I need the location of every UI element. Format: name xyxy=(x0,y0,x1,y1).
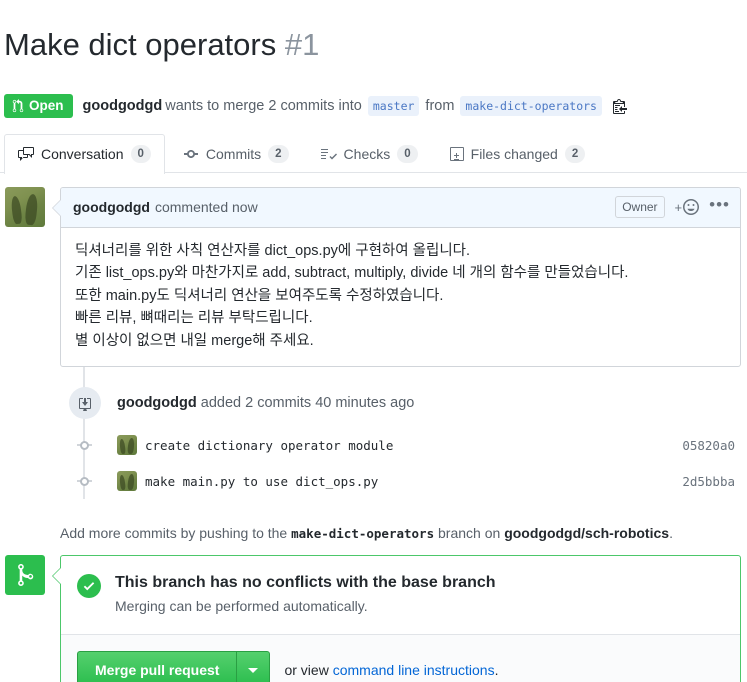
timeline-header-author[interactable]: goodgodgd xyxy=(117,395,197,411)
add-more-suffix: . xyxy=(669,525,673,542)
comment-body: 딕셔너리를 위한 사칙 연산자를 dict_ops.py에 구현하여 올립니다.… xyxy=(61,228,740,367)
from-text: from xyxy=(425,97,455,114)
tab-conversation[interactable]: Conversation 0 xyxy=(4,133,165,174)
comment-line: 딕셔너리를 위한 사칙 연산자를 dict_ops.py에 구현하여 올립니다. xyxy=(75,242,471,259)
checklist-icon xyxy=(320,146,337,162)
copy-branch-icon[interactable] xyxy=(612,98,627,114)
pr-tab-navigation: Conversation 0 Commits 2 Checks 0 Files … xyxy=(0,132,747,174)
commit-message[interactable]: make main.py to use dict_ops.py xyxy=(145,474,378,489)
pull-request-page: Make dict operators #1 Open goodgodgd wa… xyxy=(0,0,747,682)
merge-actions: Merge pull request or view command line … xyxy=(61,634,740,682)
commit-sha[interactable]: 2d5bbba xyxy=(682,474,735,489)
or-view-text: or view xyxy=(284,662,329,679)
git-commit-icon xyxy=(183,146,199,162)
comment-line: 빠른 리뷰, 뼈때리는 리뷰 부탁드립니다. xyxy=(75,310,313,327)
status-badge-label: Open xyxy=(29,97,64,113)
comment-discussion-icon xyxy=(18,146,34,162)
comment-author[interactable]: goodgodgd xyxy=(73,199,150,215)
file-diff-icon xyxy=(449,146,464,162)
tab-commits[interactable]: Commits 2 xyxy=(169,134,303,174)
git-pull-request-icon xyxy=(12,98,24,112)
timeline-commits-header: goodgodgd added 2 commits 40 minutes ago xyxy=(5,387,747,420)
commit-node-icon xyxy=(77,474,92,489)
merge-status-title: This branch has no conflicts with the ba… xyxy=(115,574,496,592)
tab-conversation-counter: 0 xyxy=(130,144,151,163)
pr-action-text: wants to merge 2 commits into xyxy=(165,97,362,114)
commits-timeline: goodgodgd added 2 commits 40 minutes ago… xyxy=(0,367,747,500)
tab-files-changed[interactable]: Files changed 2 xyxy=(436,134,600,174)
avatar[interactable] xyxy=(5,186,45,227)
repo-push-icon xyxy=(69,387,101,420)
tab-conversation-label: Conversation xyxy=(41,145,124,162)
merge-status-subtitle: Merging can be performed automatically. xyxy=(115,598,368,615)
tab-checks-label: Checks xyxy=(343,145,391,162)
command-line-note: or view command line instructions. xyxy=(284,662,498,678)
comment-header-actions: Owner + ••• xyxy=(615,196,730,219)
head-branch-chip[interactable]: make-dict-operators xyxy=(460,95,602,116)
pr-number: #1 xyxy=(284,26,320,62)
commit-row: create dictionary operator module 05820a… xyxy=(5,427,747,463)
merge-section: This branch has no conflicts with the ba… xyxy=(0,555,747,682)
comment-box: goodgodgd commented now Owner + ••• 딕셔너리… xyxy=(52,186,741,368)
pr-author[interactable]: goodgodgd xyxy=(83,98,163,114)
tab-files-changed-counter: 2 xyxy=(564,144,586,163)
commit-message[interactable]: create dictionary operator module xyxy=(145,438,393,453)
merge-options-dropdown-button[interactable] xyxy=(236,651,271,682)
git-merge-icon xyxy=(5,555,45,596)
tab-checks[interactable]: Checks 0 xyxy=(307,134,432,174)
smiley-icon xyxy=(683,199,700,216)
tab-checks-counter: 0 xyxy=(397,144,418,163)
merge-button-group: Merge pull request xyxy=(77,651,271,682)
timeline-header-text: goodgodgd added 2 commits 40 minutes ago xyxy=(117,395,414,411)
status-badge: Open xyxy=(4,93,73,118)
commit-sha[interactable]: 05820a0 xyxy=(682,438,735,453)
base-branch-chip[interactable]: master xyxy=(367,95,420,116)
tab-commits-label: Commits xyxy=(205,145,262,162)
comment-header: goodgodgd commented now Owner + ••• xyxy=(61,187,740,228)
check-circle-icon xyxy=(77,574,101,599)
add-more-prefix: Add more commits by pushing to the xyxy=(60,525,288,542)
owner-badge: Owner xyxy=(615,196,665,219)
add-more-middle: branch on xyxy=(438,525,501,542)
merge-pull-request-button[interactable]: Merge pull request xyxy=(77,651,237,682)
comment-line: 또한 main.py도 딕셔너리 연산을 보여주도록 수정하였습니다. xyxy=(75,287,444,304)
merge-status-box: This branch has no conflicts with the ba… xyxy=(52,555,741,682)
chevron-down-icon xyxy=(248,667,259,673)
add-more-branch: make-dict-operators xyxy=(291,526,435,542)
add-more-commits-note: Add more commits by pushing to the make-… xyxy=(0,525,747,541)
comment-item: goodgodgd commented now Owner + ••• 딕셔너리… xyxy=(0,186,747,368)
comment-menu-button[interactable]: ••• xyxy=(709,196,730,214)
merge-status-text: This branch has no conflicts with the ba… xyxy=(115,572,496,616)
pr-meta-row: Open goodgodgd wants to merge 2 commits … xyxy=(0,84,747,118)
command-line-instructions-link[interactable]: command line instructions xyxy=(333,662,495,678)
pr-title-text: Make dict operators xyxy=(4,26,277,62)
tab-commits-counter: 2 xyxy=(268,144,289,163)
command-line-suffix: . xyxy=(494,662,499,679)
commit-author-avatar[interactable] xyxy=(117,471,137,492)
add-more-repo: goodgodgd/sch-robotics xyxy=(504,525,670,542)
merge-status: This branch has no conflicts with the ba… xyxy=(61,556,740,634)
timeline-header-detail: added 2 commits 40 minutes ago xyxy=(200,395,415,412)
comment-line: 기존 list_ops.py와 마찬가지로 add, subtract, mul… xyxy=(75,265,629,282)
commit-row: make main.py to use dict_ops.py 2d5bbba xyxy=(5,463,747,499)
comment-line: 별 이상이 없으면 내일 merge해 주세요. xyxy=(75,332,314,349)
comment-timestamp: commented now xyxy=(154,199,258,216)
add-reaction-button[interactable]: + xyxy=(674,199,700,216)
commit-author-avatar[interactable] xyxy=(117,435,137,456)
commit-node-icon xyxy=(77,438,92,453)
tab-files-changed-label: Files changed xyxy=(470,145,558,162)
plus-sign: + xyxy=(674,199,683,215)
page-title: Make dict operators #1 xyxy=(0,21,747,63)
conversation-timeline: goodgodgd commented now Owner + ••• 딕셔너리… xyxy=(0,173,747,682)
